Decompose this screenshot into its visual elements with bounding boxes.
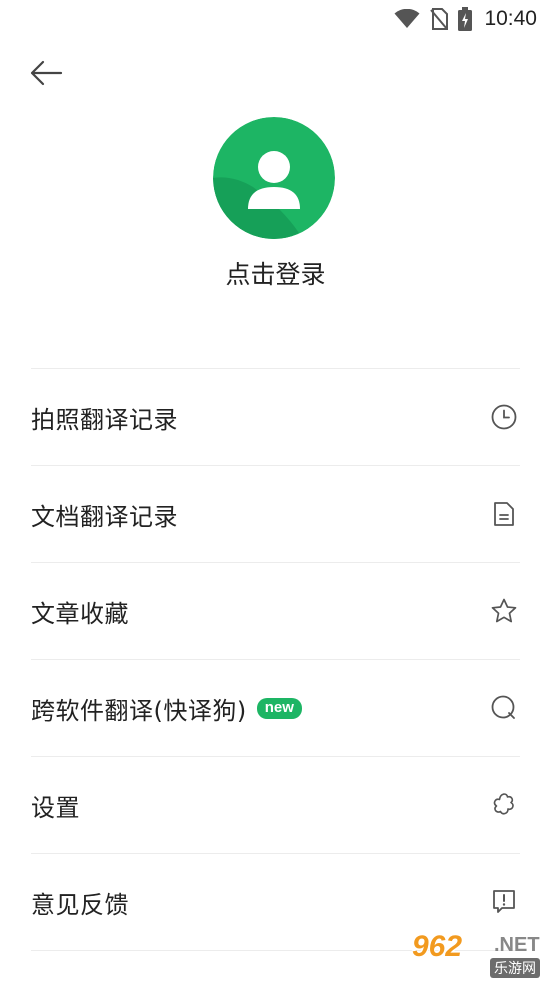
menu-item-label: 意见反馈 [31,890,129,919]
watermark-logo: 962 .NET 乐游网 [410,928,551,981]
battery-charging-icon [458,7,473,31]
wifi-icon [394,9,420,29]
menu-item-favorites[interactable]: 文章收藏 [31,563,520,660]
avatar[interactable] [213,117,335,239]
watermark-domain: .NET [494,934,540,956]
gear-icon [493,793,514,815]
arrow-left-icon [29,60,63,90]
search-icon [491,695,515,719]
menu-item-photo-history[interactable]: 拍照翻译记录 [31,369,520,466]
status-time: 10:40 [484,7,537,30]
new-badge: new [256,697,302,719]
menu-item-label: 拍照翻译记录 [31,405,178,434]
status-bar: 10:40 [0,0,551,38]
login-link[interactable]: 点击登录 [0,255,551,291]
watermark-subtitle: 乐游网 [490,958,540,978]
feedback-icon [493,890,515,913]
menu-item-cross-app-translate[interactable]: 跨软件翻译(快译狗) new [31,660,520,757]
menu-item-label: 文档翻译记录 [31,502,178,531]
watermark-number: 962 [412,930,463,963]
menu-item-settings[interactable]: 设置 [31,757,520,854]
user-icon [213,117,335,239]
back-button[interactable] [28,58,64,92]
star-icon [491,598,517,623]
menu-list: 拍照翻译记录 文档翻译记录 文章收藏 跨软件翻译(快译狗) new 设置 意见反 [31,368,520,951]
menu-item-label: 文章收藏 [31,599,129,628]
menu-item-label: 跨软件翻译(快译狗) [31,696,247,725]
menu-item-document-history[interactable]: 文档翻译记录 [31,466,520,563]
no-sim-icon [430,8,449,30]
menu-item-label: 设置 [31,793,80,822]
clock-icon [491,404,517,430]
document-icon [494,502,514,526]
